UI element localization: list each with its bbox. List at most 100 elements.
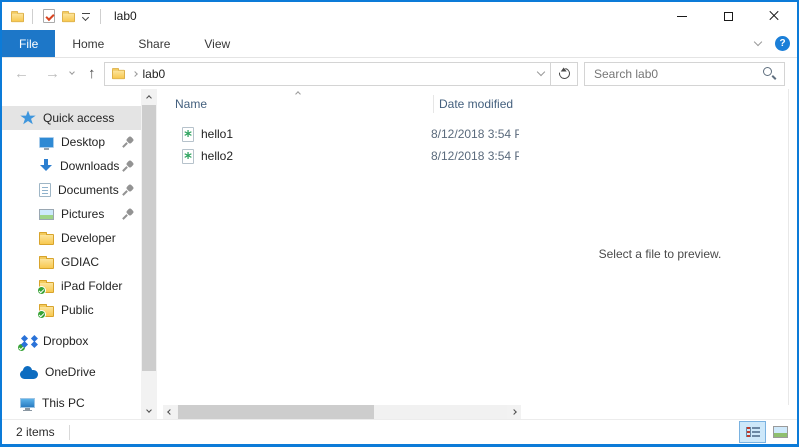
sort-ascending-caret-icon <box>295 91 301 97</box>
file-date-modified: 8/12/2018 3:54 PM <box>431 149 519 163</box>
qat-separator <box>32 9 33 24</box>
sidebar-item-label: Dropbox <box>43 334 88 348</box>
sidebar-item-dropbox[interactable]: Dropbox <box>2 329 141 353</box>
close-button[interactable] <box>751 2 797 30</box>
search-box <box>584 62 785 86</box>
up-button[interactable]: ↑ <box>88 66 96 81</box>
dropbox-icon <box>20 334 36 349</box>
sidebar-item-label: Documents <box>58 183 119 197</box>
sidebar-item-documents[interactable]: Documents <box>2 178 141 202</box>
status-separator <box>69 425 70 440</box>
ribbon-tab-row: FileHomeShareView ? <box>2 30 797 58</box>
sidebar-item-quick-access[interactable]: Quick access <box>2 106 141 130</box>
sidebar-item-this-pc[interactable]: This PC <box>2 391 141 415</box>
qat-properties-button[interactable] <box>40 9 58 23</box>
forward-button[interactable]: → <box>45 66 60 81</box>
sidebar-item-downloads[interactable]: Downloads <box>2 154 141 178</box>
maximize-icon <box>724 12 733 21</box>
maximize-button[interactable] <box>705 2 751 30</box>
sidebar-item-pictures[interactable]: Pictures <box>2 202 141 226</box>
code-file-icon <box>182 149 194 164</box>
folder-icon <box>39 258 54 269</box>
refresh-button[interactable] <box>551 62 578 86</box>
properties-check-icon <box>43 9 55 23</box>
horizontal-scrollbar-thumb[interactable] <box>178 405 374 419</box>
quick-access-star-icon <box>20 111 36 126</box>
breadcrumb-chevron-icon <box>132 71 138 77</box>
column-header-name[interactable]: Name <box>163 97 433 111</box>
file-list-pane: Name Date modified hello18/12/2018 3:54 … <box>163 89 523 419</box>
preview-message: Select a file to preview. <box>599 247 722 261</box>
ribbon-tab-strip: FileHomeShareView <box>2 30 247 57</box>
desktop-icon <box>39 137 54 148</box>
sidebar-item-label: Developer <box>61 231 116 245</box>
close-icon <box>768 10 780 22</box>
scroll-down-arrow-icon[interactable] <box>141 404 157 419</box>
tab-share[interactable]: Share <box>121 30 187 57</box>
refresh-icon <box>556 66 571 81</box>
status-bar: 2 items <box>2 419 797 444</box>
horizontal-scrollbar[interactable] <box>163 405 521 419</box>
scroll-right-arrow-icon[interactable] <box>507 405 521 419</box>
sidebar-item-desktop[interactable]: Desktop <box>2 130 141 154</box>
sidebar-item-label: GDIAC <box>61 255 99 269</box>
details-view-button[interactable] <box>739 421 766 443</box>
file-row-hello2[interactable]: hello28/12/2018 3:54 PM <box>163 145 523 167</box>
scroll-up-arrow-icon[interactable] <box>141 89 157 104</box>
sidebar-item-onedrive[interactable]: OneDrive <box>2 360 141 384</box>
tab-home[interactable]: Home <box>55 30 121 57</box>
tab-file[interactable]: File <box>2 30 55 57</box>
sidebar-item-public[interactable]: Public <box>2 298 141 322</box>
sidebar-item-label: Public <box>61 303 94 317</box>
navigation-bar: ← → ↑ lab0 <box>2 58 797 89</box>
window-folder-icon <box>11 12 24 21</box>
sidebar-item-ipad-folder[interactable]: iPad Folder <box>2 274 141 298</box>
sidebar-list: Quick access Desktop Downloads Documents Pic… <box>2 106 163 415</box>
help-icon[interactable]: ? <box>775 36 790 51</box>
pin-icon[interactable] <box>123 185 134 196</box>
ribbon-right-controls: ? <box>755 30 790 57</box>
pin-icon[interactable] <box>123 209 134 220</box>
minimize-icon <box>677 16 687 17</box>
sidebar-item-label: Quick access <box>43 111 114 125</box>
sidebar-item-label: Pictures <box>61 207 104 221</box>
file-row-hello1[interactable]: hello18/12/2018 3:54 PM <box>163 123 523 145</box>
column-header-row: Name Date modified <box>163 91 523 117</box>
large-icons-view-button[interactable] <box>767 421 794 443</box>
sidebar-scrollbar[interactable] <box>141 89 157 419</box>
scroll-left-arrow-icon[interactable] <box>163 405 177 419</box>
column-header-date-modified[interactable]: Date modified <box>433 97 513 111</box>
address-folder-icon <box>112 70 125 79</box>
sidebar-item-developer[interactable]: Developer <box>2 226 141 250</box>
sidebar-scrollbar-thumb[interactable] <box>142 105 156 371</box>
qat-new-folder-button[interactable] <box>58 10 79 23</box>
sidebar-item-label: Desktop <box>61 135 105 149</box>
sidebar-item-label: Downloads <box>60 159 119 173</box>
address-dropdown-chevron-icon[interactable] <box>537 68 545 76</box>
search-icon[interactable] <box>763 67 776 80</box>
pictures-icon <box>39 209 54 220</box>
sync-check-icon <box>17 343 26 352</box>
sidebar-item-gdiac[interactable]: GDIAC <box>2 250 141 274</box>
qat-customize-button[interactable] <box>79 12 93 21</box>
back-button[interactable]: ← <box>14 66 29 81</box>
pin-icon[interactable] <box>123 161 134 172</box>
minimize-button[interactable] <box>659 2 705 30</box>
item-count: 2 items <box>16 425 55 439</box>
recent-locations-chevron-icon[interactable] <box>69 69 75 75</box>
preview-pane-edge <box>788 89 789 405</box>
file-rows: hello18/12/2018 3:54 PMhello28/12/2018 3… <box>163 123 523 167</box>
folder-icon <box>39 306 54 317</box>
navigation-pane: Quick access Desktop Downloads Documents Pic… <box>2 89 163 419</box>
qat-separator <box>100 9 101 24</box>
pin-icon[interactable] <box>123 137 134 148</box>
code-file-icon <box>182 127 194 142</box>
column-separator[interactable] <box>433 95 434 113</box>
sidebar-item-label: OneDrive <box>45 365 96 379</box>
breadcrumb-segment[interactable]: lab0 <box>143 67 166 81</box>
expand-ribbon-chevron-icon[interactable] <box>754 38 762 46</box>
address-bar[interactable]: lab0 <box>104 62 552 86</box>
window-title: lab0 <box>114 9 137 23</box>
search-input[interactable] <box>585 67 763 81</box>
tab-view[interactable]: View <box>187 30 247 57</box>
